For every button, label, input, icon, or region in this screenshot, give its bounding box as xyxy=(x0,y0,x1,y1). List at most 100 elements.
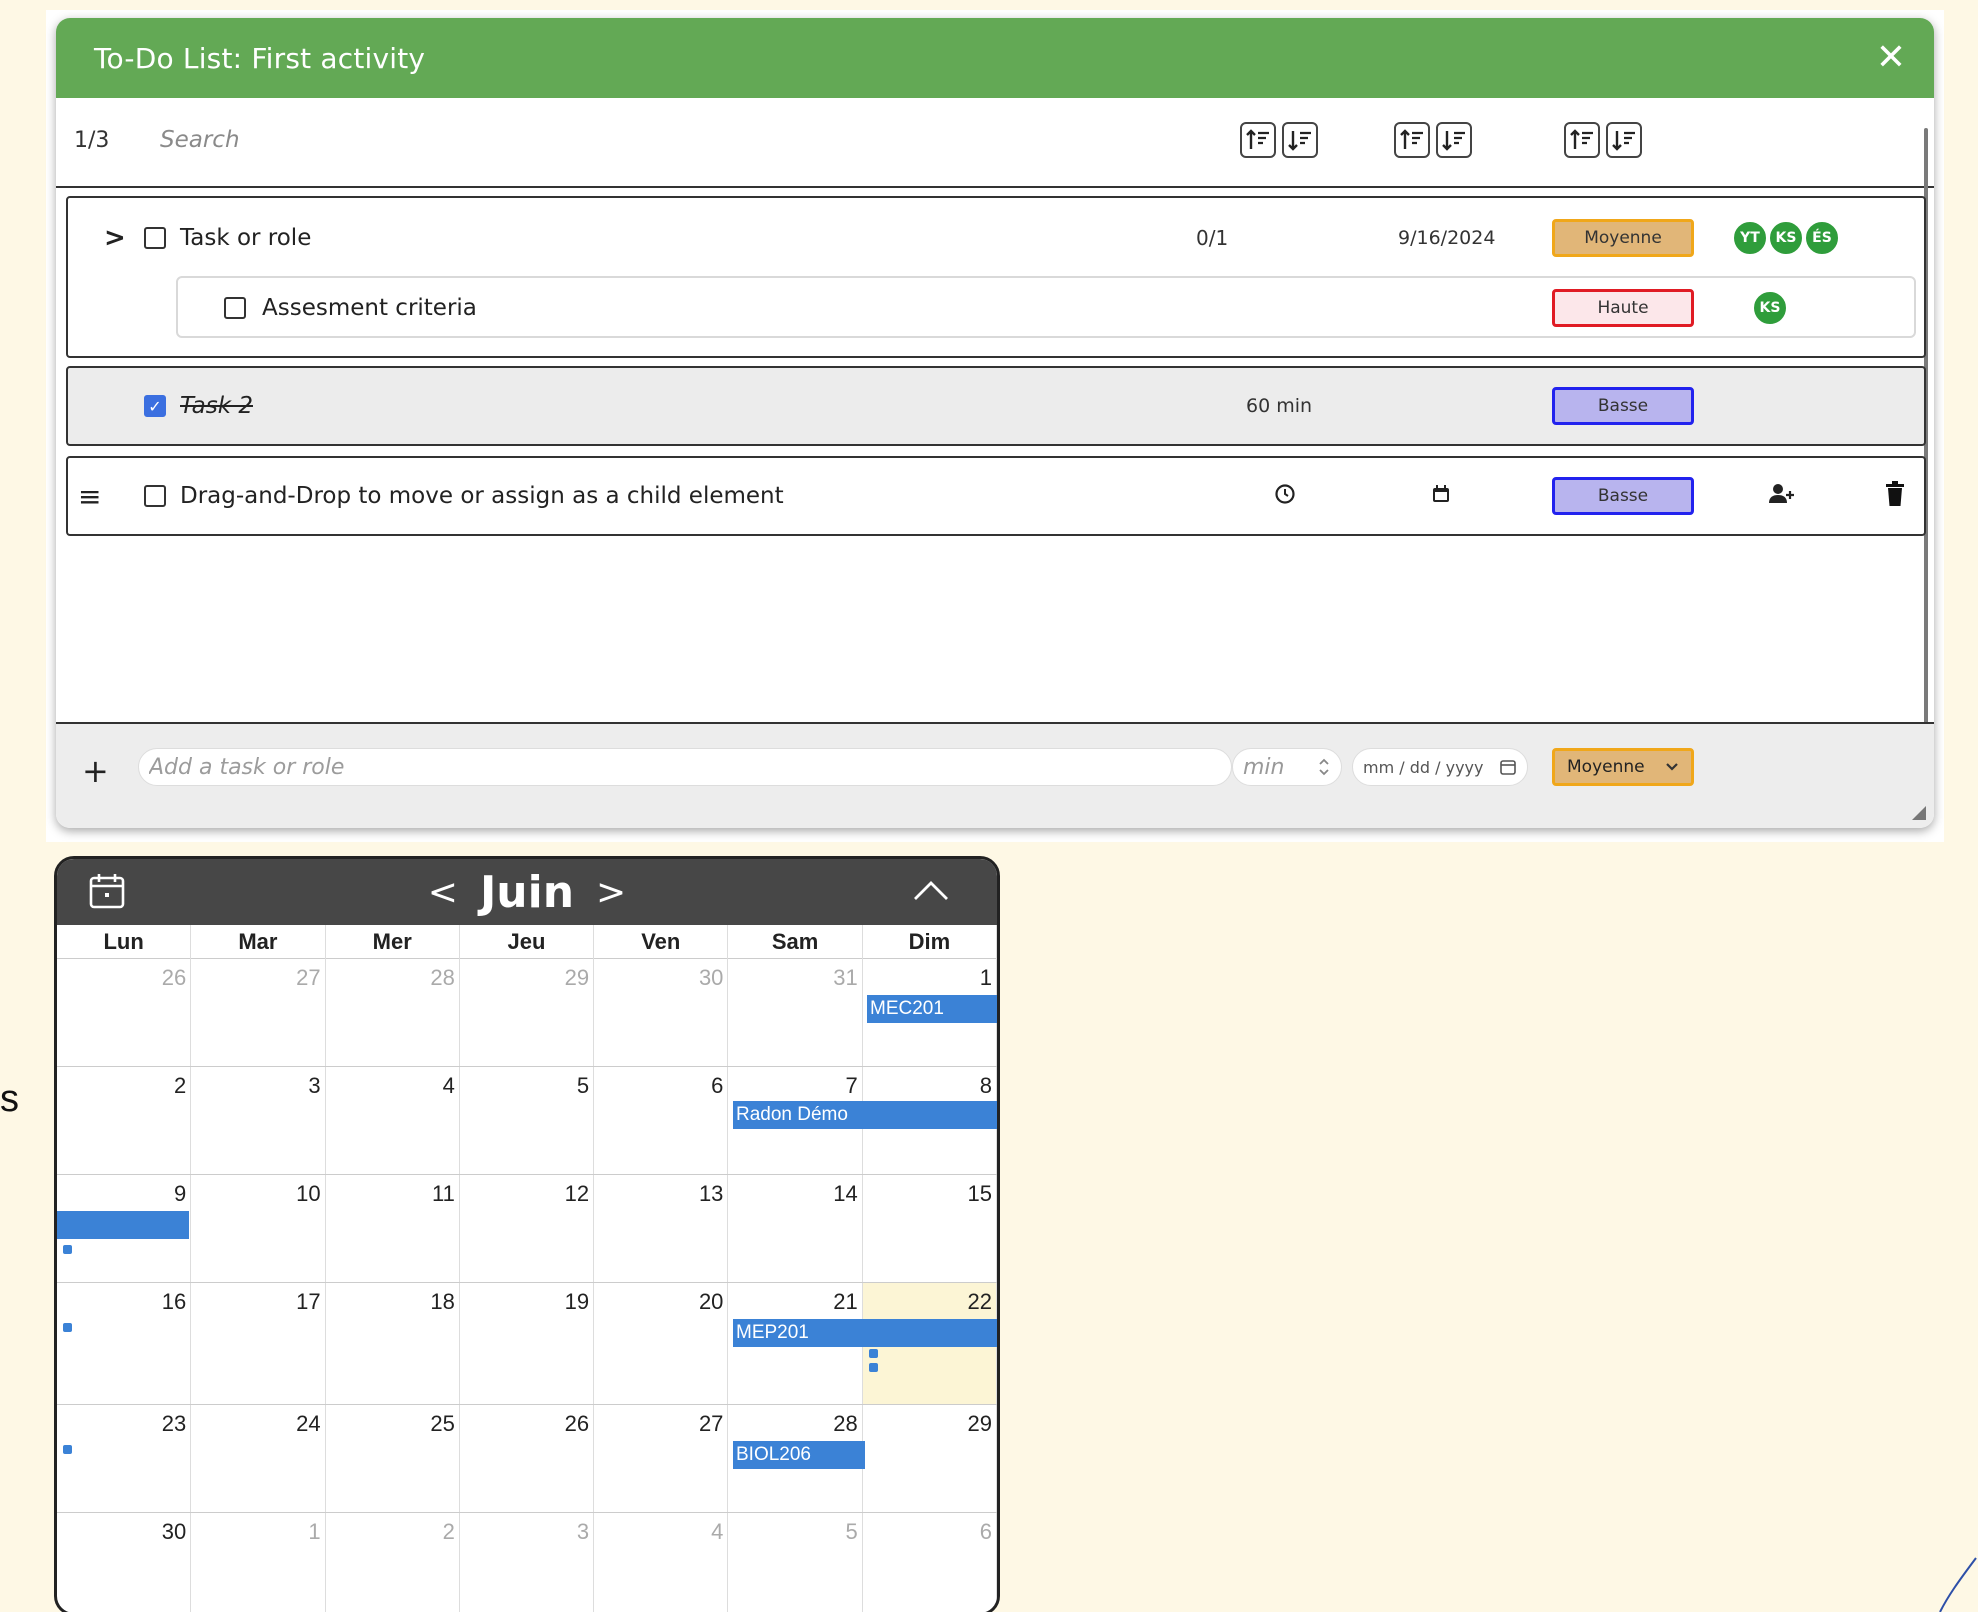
priority-select-value: Moyenne xyxy=(1567,757,1645,777)
calendar-day[interactable]: 19 xyxy=(460,1283,595,1404)
calendar-day[interactable]: 15 xyxy=(863,1175,997,1282)
calendar-day[interactable]: 14 xyxy=(728,1175,863,1282)
calendar-event[interactable]: MEC201 xyxy=(867,995,997,1023)
subtask-checkbox[interactable] xyxy=(224,297,246,319)
add-user-icon[interactable] xyxy=(1768,483,1796,509)
sort-ascending-icon[interactable] xyxy=(1394,122,1430,158)
task-card[interactable]: ≡ Drag-and-Drop to move or assign as a c… xyxy=(66,456,1926,536)
event-dot[interactable] xyxy=(63,1245,72,1254)
calendar-day[interactable]: 27 xyxy=(594,1405,729,1512)
calendar-day[interactable]: 29 xyxy=(460,959,595,1066)
calendar-day[interactable]: 2 xyxy=(326,1513,460,1612)
calendar-day[interactable]: 11 xyxy=(326,1175,460,1282)
priority-badge[interactable]: Basse xyxy=(1552,387,1694,425)
avatar[interactable]: YT xyxy=(1732,220,1768,256)
event-dot[interactable] xyxy=(869,1363,878,1372)
subtask-card[interactable]: Assesment criteria Haute KS xyxy=(176,276,1916,338)
calendar-day[interactable]: 13 xyxy=(594,1175,729,1282)
calendar-icon[interactable] xyxy=(87,871,127,915)
priority-badge[interactable]: Moyenne xyxy=(1552,219,1694,257)
task-card-completed[interactable]: ✓ Task 2 60 min Basse xyxy=(66,366,1926,446)
weekday-label: Ven xyxy=(594,925,729,959)
calendar-day[interactable]: 3 xyxy=(191,1067,326,1174)
task-card[interactable]: > Task or role 0/1 9/16/2024 Moyenne YT … xyxy=(66,196,1926,358)
chevron-right-icon[interactable]: > xyxy=(104,223,126,253)
clock-icon[interactable] xyxy=(1274,483,1296,509)
calendar-day[interactable]: 17 xyxy=(191,1283,326,1404)
task-due-date[interactable]: 9/16/2024 xyxy=(1398,227,1495,249)
event-dot[interactable] xyxy=(63,1445,72,1454)
priority-badge[interactable]: Haute xyxy=(1552,289,1694,327)
priority-select[interactable]: Moyenne xyxy=(1552,748,1694,786)
calendar-day[interactable]: 3 xyxy=(460,1513,595,1612)
stepper-icon[interactable] xyxy=(1317,756,1331,778)
calendar-icon[interactable] xyxy=(1430,483,1452,509)
trash-icon[interactable] xyxy=(1884,481,1906,511)
avatar[interactable]: KS xyxy=(1752,290,1788,326)
calendar-day[interactable]: 24 xyxy=(191,1405,326,1512)
calendar-day[interactable]: 12 xyxy=(460,1175,595,1282)
task-list: > Task or role 0/1 9/16/2024 Moyenne YT … xyxy=(56,188,1934,728)
calendar-day[interactable]: 31 xyxy=(728,959,863,1066)
calendar-day[interactable]: 29 xyxy=(863,1405,997,1512)
calendar-event[interactable]: MEP201 xyxy=(733,1319,997,1347)
calendar-day[interactable]: 30 xyxy=(57,1513,192,1612)
sort-ascending-icon[interactable] xyxy=(1240,122,1276,158)
calendar-day[interactable]: 4 xyxy=(326,1067,460,1174)
add-task-input[interactable] xyxy=(138,748,1232,786)
calendar-day[interactable]: 30 xyxy=(594,959,729,1066)
calendar-day[interactable]: 6 xyxy=(594,1067,729,1174)
calendar-day[interactable]: 5 xyxy=(460,1067,595,1174)
calendar-day[interactable]: 2 xyxy=(57,1067,192,1174)
minutes-input[interactable]: min xyxy=(1232,748,1342,786)
task-checkbox[interactable] xyxy=(144,485,166,507)
calendar-day[interactable]: 27 xyxy=(191,959,326,1066)
calendar-day[interactable]: 18 xyxy=(326,1283,460,1404)
calendar-day[interactable]: 23 xyxy=(57,1405,192,1512)
minutes-placeholder: min xyxy=(1243,754,1285,780)
calendar-event[interactable] xyxy=(57,1211,189,1239)
task-label: Task 2 xyxy=(180,393,253,419)
avatar[interactable]: KS xyxy=(1768,220,1804,256)
sort-descending-icon[interactable] xyxy=(1606,122,1642,158)
avatar[interactable]: ÉS xyxy=(1804,220,1840,256)
calendar-day[interactable]: 16 xyxy=(57,1283,192,1404)
calendar-day[interactable]: 6 xyxy=(863,1513,997,1612)
calendar-day[interactable]: 4 xyxy=(594,1513,729,1612)
add-task-footer: + min mm / dd / yyyy Moyenne xyxy=(56,722,1934,828)
prev-month-icon[interactable]: < xyxy=(428,872,458,913)
sort-ascending-icon[interactable] xyxy=(1564,122,1600,158)
sort-descending-icon[interactable] xyxy=(1436,122,1472,158)
calendar-day[interactable]: 25 xyxy=(326,1405,460,1512)
sort-descending-icon[interactable] xyxy=(1282,122,1318,158)
calendar-event[interactable]: Radon Démo xyxy=(733,1101,997,1129)
calendar-event[interactable]: BIOL206 xyxy=(733,1441,865,1469)
month-navigation: < Juin > xyxy=(428,867,626,918)
close-icon[interactable]: ✕ xyxy=(1876,40,1906,76)
drag-handle-icon[interactable]: ≡ xyxy=(78,480,101,513)
calendar-day[interactable]: 26 xyxy=(460,1405,595,1512)
calendar-day[interactable]: 1 xyxy=(191,1513,326,1612)
search-input[interactable] xyxy=(160,120,660,160)
event-dot[interactable] xyxy=(869,1349,878,1358)
calendar-day[interactable]: 28 xyxy=(326,959,460,1066)
calendar-grid: 26 27 28 29 30 31 1 MEC201 2 3 4 5 6 7 8… xyxy=(57,959,997,1612)
resize-handle-icon[interactable] xyxy=(1912,806,1926,820)
priority-badge[interactable]: Basse xyxy=(1552,477,1694,515)
calendar-day[interactable]: 10 xyxy=(191,1175,326,1282)
task-duration[interactable]: 60 min xyxy=(1246,395,1312,417)
calendar-day[interactable]: 5 xyxy=(728,1513,863,1612)
date-input[interactable]: mm / dd / yyyy xyxy=(1352,748,1528,786)
next-month-icon[interactable]: > xyxy=(596,872,626,913)
calendar-day[interactable]: 20 xyxy=(594,1283,729,1404)
calendar-week: 26 27 28 29 30 31 1 MEC201 xyxy=(57,959,997,1067)
calendar-icon[interactable] xyxy=(1499,758,1517,776)
task-checkbox-checked[interactable]: ✓ xyxy=(144,395,166,417)
weekday-label: Mar xyxy=(191,925,326,959)
plus-icon[interactable]: + xyxy=(82,752,109,790)
event-dot[interactable] xyxy=(63,1323,72,1332)
calendar-day[interactable]: 26 xyxy=(57,959,192,1066)
decorative-arc-icon xyxy=(1939,1557,1977,1612)
task-checkbox[interactable] xyxy=(144,227,166,249)
chevron-up-icon[interactable] xyxy=(911,873,951,911)
